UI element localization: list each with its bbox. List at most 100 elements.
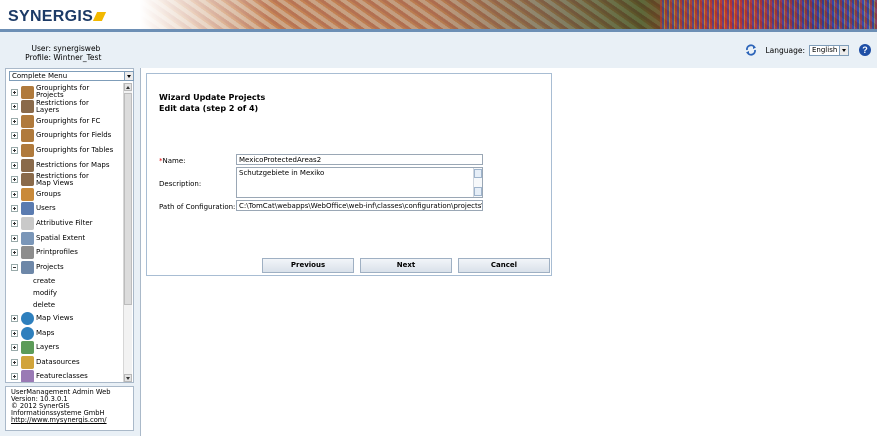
refresh-icon[interactable] — [745, 44, 757, 56]
cancel-button[interactable]: Cancel — [458, 258, 550, 273]
sidebar-item[interactable]: Grouprights for FC — [11, 114, 100, 128]
header-map-banner — [140, 0, 877, 29]
expand-icon[interactable] — [11, 205, 18, 213]
collapse-icon[interactable] — [11, 263, 18, 271]
sidebar-item-label: Users — [36, 204, 56, 213]
expand-icon[interactable] — [11, 373, 18, 381]
user-label: User: — [31, 44, 52, 53]
sidebar-item[interactable]: Layers — [11, 341, 59, 355]
scroll-down-icon[interactable] — [124, 374, 132, 382]
sidebar-item[interactable]: Map Views — [11, 311, 73, 325]
sidebar-subitem-modify[interactable]: modify — [33, 289, 57, 297]
sidebar-item[interactable]: Printprofiles — [11, 246, 78, 260]
footer-link[interactable]: http://www.mysynergis.com/ — [11, 416, 107, 424]
sidebar-item[interactable]: Restrictions for Layers — [11, 98, 92, 114]
restriction-icon — [21, 158, 34, 172]
group-rights-icon — [21, 143, 34, 157]
menu-select[interactable]: Complete Menu — [9, 71, 134, 81]
sidebar-item-label: Projects — [36, 262, 64, 271]
language-select[interactable]: English — [809, 44, 849, 56]
groups-icon — [21, 187, 34, 201]
logo-mark-icon — [92, 12, 107, 21]
globe-icon — [21, 326, 34, 340]
sidebar-item-label: Map Views — [36, 313, 74, 322]
wizard-title-block: Wizard Update Projects Edit data (step 2… — [159, 92, 265, 114]
expand-icon[interactable] — [11, 190, 18, 198]
sidebar-subitem-delete[interactable]: delete — [33, 301, 55, 309]
expand-icon[interactable] — [11, 329, 18, 337]
app-header: SYNERGIS — [0, 0, 877, 32]
description-scrollbar[interactable] — [473, 168, 482, 197]
sidebar: Complete Menu Grouprights for Projects Re… — [5, 68, 134, 383]
help-icon[interactable]: ? — [859, 44, 871, 56]
expand-icon[interactable] — [11, 103, 18, 111]
language-value: English — [812, 46, 838, 54]
expand-icon[interactable] — [11, 132, 18, 140]
expand-icon[interactable] — [11, 344, 18, 352]
sidebar-item-label: Layers — [36, 343, 60, 352]
group-rights-icon — [21, 129, 34, 143]
sidebar-item[interactable]: Grouprights for Projects — [11, 85, 92, 99]
description-field[interactable]: Schutzgebiete in Mexiko — [236, 167, 483, 198]
expand-icon[interactable] — [11, 219, 18, 227]
profile-label: Profile: — [25, 53, 51, 62]
sidebar-item-label: Restrictions for Layers — [36, 98, 89, 114]
scroll-thumb[interactable] — [124, 93, 132, 305]
sidebar-item-label: Datasources — [36, 357, 80, 366]
sidebar-item[interactable]: Restrictions for Maps — [11, 158, 109, 172]
topbar-controls: Language: English ? — [745, 44, 871, 56]
sidebar-item-label: Grouprights for Fields — [36, 131, 112, 140]
filter-icon — [21, 216, 34, 230]
sidebar-scrollbar[interactable] — [123, 83, 132, 382]
main-content: Wizard Update Projects Edit data (step 2… — [140, 68, 877, 436]
expand-icon[interactable] — [11, 314, 18, 322]
scroll-down-icon[interactable] — [474, 187, 482, 196]
sidebar-item-label: Printprofiles — [36, 248, 78, 257]
expand-icon[interactable] — [11, 117, 18, 125]
sidebar-item[interactable]: Groups — [11, 187, 61, 201]
sidebar-item[interactable]: Featureclasses — [11, 370, 88, 382]
sidebar-item[interactable]: Spatial Extent — [11, 231, 85, 245]
name-field[interactable]: MexicoProtectedAreas2 — [236, 154, 483, 165]
wizard-panel: Wizard Update Projects Edit data (step 2… — [146, 73, 552, 276]
sidebar-item[interactable]: Grouprights for Fields — [11, 129, 111, 143]
scroll-up-icon[interactable] — [474, 169, 482, 178]
globe-icon — [21, 311, 34, 325]
sidebar-item-label: Attributive Filter — [36, 218, 93, 227]
path-field[interactable]: C:\TomCat\webapps\WebOffice\web-inf\clas… — [236, 200, 483, 211]
sidebar-item[interactable]: Datasources — [11, 355, 80, 369]
restriction-icon — [21, 100, 34, 114]
expand-icon[interactable] — [11, 249, 18, 257]
sidebar-subitem-create[interactable]: create — [33, 277, 55, 285]
sidebar-item[interactable]: Projects — [11, 260, 64, 274]
featureclass-icon — [21, 370, 34, 382]
sidebar-item-label: Featureclasses — [36, 372, 88, 381]
sidebar-item[interactable]: Restrictions for Map Views — [11, 172, 92, 187]
path-label: Path of Configuration: — [159, 203, 236, 211]
version-info: UserManagement Admin Web Version: 10.3.0… — [5, 386, 134, 431]
expand-icon[interactable] — [11, 146, 18, 154]
chevron-down-icon[interactable] — [839, 45, 848, 55]
expand-icon[interactable] — [11, 176, 18, 184]
next-button[interactable]: Next — [360, 258, 452, 273]
expand-icon[interactable] — [11, 88, 18, 96]
sidebar-item[interactable]: Grouprights for Tables — [11, 143, 113, 157]
group-rights-icon — [21, 85, 34, 99]
previous-button[interactable]: Previous — [262, 258, 354, 273]
expand-icon[interactable] — [11, 161, 18, 169]
restriction-icon — [21, 173, 34, 187]
expand-icon[interactable] — [11, 234, 18, 242]
sidebar-item[interactable]: Users — [11, 202, 56, 216]
sidebar-item-label: Grouprights for Tables — [36, 145, 114, 154]
chevron-down-icon[interactable] — [124, 72, 133, 80]
description-label: Description: — [159, 180, 202, 188]
sidebar-item-label: Restrictions for Maps — [36, 160, 110, 169]
sidebar-item-label: Maps — [36, 328, 55, 337]
expand-icon[interactable] — [11, 358, 18, 366]
language-label: Language: — [765, 45, 805, 55]
sidebar-item[interactable]: Maps — [11, 326, 54, 340]
scroll-up-icon[interactable] — [124, 83, 132, 91]
sidebar-item-label: Groups — [36, 189, 61, 198]
sidebar-item[interactable]: Attributive Filter — [11, 216, 93, 230]
extent-icon — [21, 231, 34, 245]
